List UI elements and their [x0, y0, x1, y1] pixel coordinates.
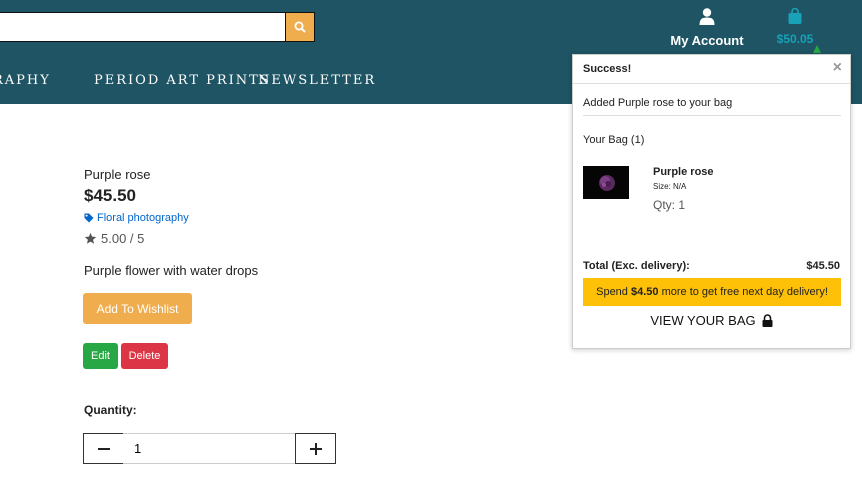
search-button[interactable]	[285, 12, 315, 42]
minus-icon	[97, 447, 110, 450]
shopping-bag-link[interactable]: $50.05	[770, 7, 820, 46]
product-rating-value: 5.00 / 5	[101, 231, 145, 246]
plus-icon	[309, 442, 322, 455]
bag-total: $50.05	[776, 32, 814, 46]
user-icon	[699, 8, 715, 25]
bag-item-name: Purple rose	[653, 166, 714, 178]
quantity-input[interactable]	[123, 433, 296, 464]
view-bag-label: VIEW YOUR BAG	[650, 313, 756, 328]
nav-item-period-art-prints[interactable]: PERIOD ART PRINTS	[94, 73, 271, 88]
bag-item-size: Size: N/A	[653, 182, 687, 191]
total-value: $45.50	[806, 260, 840, 272]
shopping-bag-icon	[788, 7, 802, 24]
product-rating: 5.00 / 5	[84, 231, 144, 246]
tag-icon	[84, 213, 94, 223]
lock-icon	[762, 314, 773, 327]
page: My Account $50.05 RAPHY PERIOD ART PRINT…	[0, 0, 862, 490]
delete-button[interactable]: Delete	[121, 343, 168, 369]
quantity-label: Quantity:	[84, 403, 137, 417]
bag-item-qty: Qty: 1	[653, 198, 686, 212]
total-label: Total (Exc. delivery):	[583, 260, 690, 272]
nav-item-newsletter[interactable]: NEWSLETTER	[258, 73, 376, 88]
free-delivery-amount: $4.50	[630, 286, 659, 298]
product-price: $45.50	[84, 186, 136, 205]
bag-popover-caret	[813, 45, 821, 53]
search-icon	[294, 21, 306, 33]
star-icon	[84, 232, 97, 244]
product-description: Purple flower with water drops	[84, 263, 259, 278]
my-account-link[interactable]: My Account	[670, 8, 744, 48]
my-account-label: My Account	[670, 33, 744, 48]
nav-item-photography[interactable]: RAPHY	[0, 73, 51, 88]
toast-bag-count: Your Bag (1)	[583, 134, 645, 146]
product-category-link[interactable]: Floral photography	[84, 212, 189, 224]
toast-divider	[583, 115, 841, 116]
decrement-quantity-button[interactable]	[83, 433, 124, 464]
bag-success-toast: Success! × Added Purple rose to your bag…	[572, 54, 851, 349]
toast-title: Success!	[583, 63, 632, 75]
product-name: Purple rose	[84, 167, 151, 182]
close-icon[interactable]: ×	[833, 60, 842, 76]
view-bag-button[interactable]: VIEW YOUR BAG	[573, 313, 850, 328]
edit-button[interactable]: Edit	[83, 343, 118, 369]
increment-quantity-button[interactable]	[295, 433, 336, 464]
rose-image	[583, 166, 629, 199]
toast-message: Added Purple rose to your bag	[583, 97, 733, 109]
free-delivery-prefix: Spend	[596, 286, 631, 298]
search-input[interactable]	[0, 12, 286, 42]
free-delivery-suffix: more to get free next day delivery!	[658, 286, 828, 298]
bag-item-thumbnail	[583, 166, 629, 199]
product-category-label: Floral photography	[97, 212, 189, 224]
add-to-wishlist-button[interactable]: Add To Wishlist	[83, 293, 192, 324]
free-delivery-banner: Spend $4.50 more to get free next day de…	[583, 278, 841, 306]
toast-header: Success! ×	[573, 55, 850, 84]
